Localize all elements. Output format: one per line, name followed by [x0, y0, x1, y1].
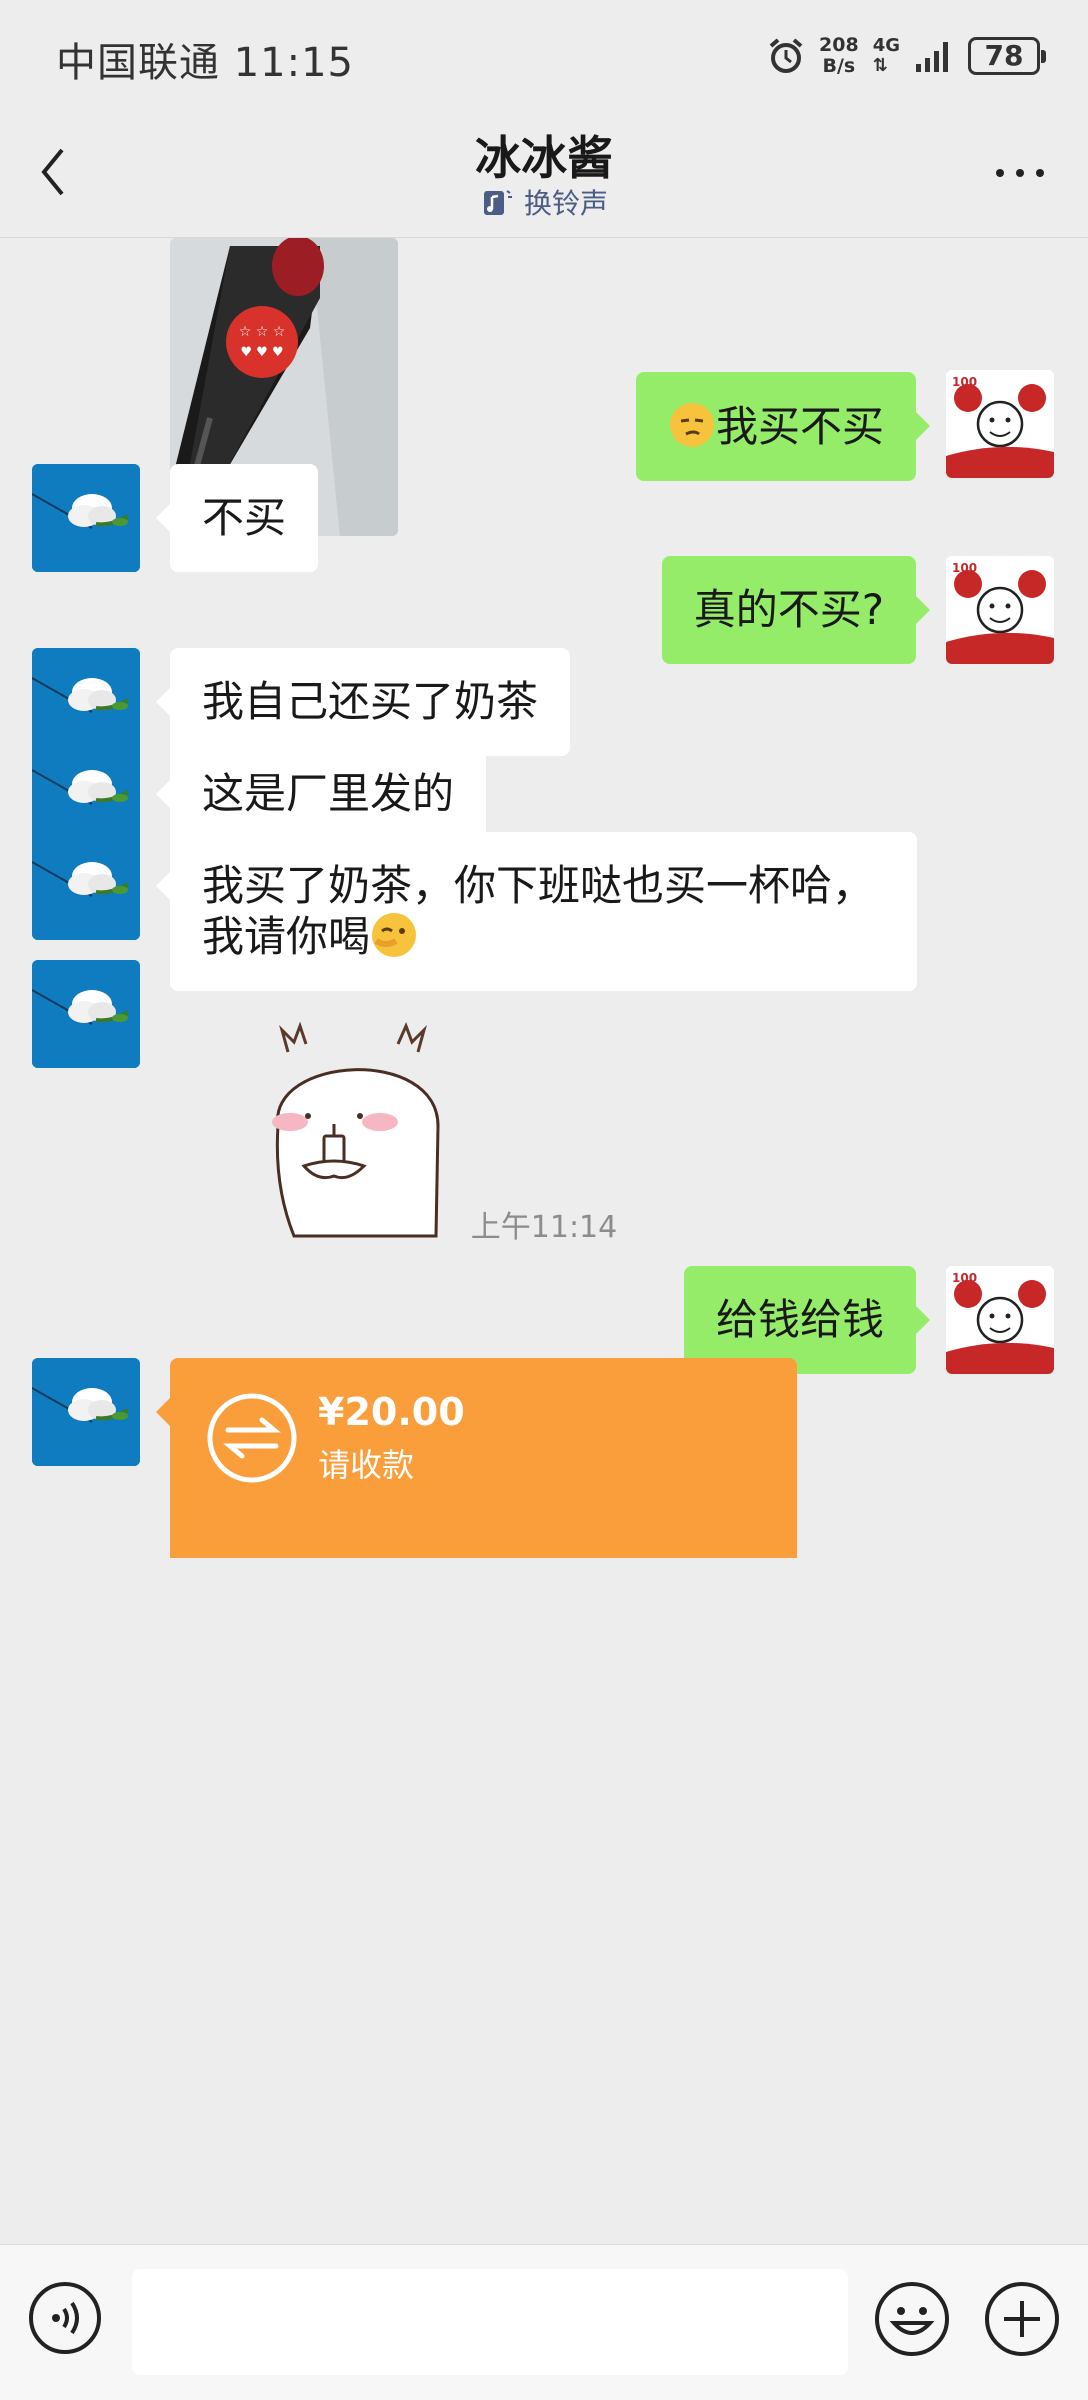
chat-bubble-out[interactable]: 真的不买?: [661, 556, 931, 664]
ringtone-icon: [483, 190, 512, 215]
alarm-icon: [769, 38, 803, 73]
plus-icon[interactable]: [984, 2281, 1060, 2357]
message-list[interactable]: ☆ ☆ ☆ ♥ ♥ ♥ 100 我买不买 不买 100 真的不买? 我自己还买了…: [0, 238, 1088, 2244]
signal-icon: [916, 42, 948, 72]
svg-text:100: 100: [952, 1271, 977, 1285]
message-text-line: 我请你喝: [202, 911, 885, 962]
status-bar: 中国联通 11:15 208 B/s 4G ⇅ 78: [0, 0, 1088, 112]
emoji-icon[interactable]: [874, 2281, 950, 2357]
svg-text:☆ ☆ ☆: ☆ ☆ ☆: [239, 324, 286, 340]
white-flower-avatar-icon: [32, 960, 140, 1068]
status-icons: 208 B/s 4G ⇅ 78: [767, 30, 1046, 82]
battery-indicator: 78: [968, 37, 1046, 75]
chat-bubble-in[interactable]: 我买了奶茶，你下班哒也买一杯哈， 我请你喝: [156, 832, 917, 991]
carrier-time: 中国联通 11:15: [56, 40, 354, 86]
chat-title[interactable]: 冰冰酱: [0, 122, 1088, 188]
contact-avatar[interactable]: [32, 832, 140, 940]
transfer-amount: ¥20.00: [318, 1390, 465, 1434]
transfer-note: 请收款: [318, 1446, 415, 1484]
contact-avatar[interactable]: [32, 464, 140, 572]
party-badge-avatar-icon: 100: [946, 556, 1054, 664]
message-timestamp: 上午11:14: [470, 1210, 618, 1245]
my-avatar[interactable]: 100: [946, 1266, 1054, 1374]
white-flower-avatar-icon: [32, 464, 140, 572]
svg-text:100: 100: [952, 375, 977, 389]
message-text-line: 我买了奶茶，你下班哒也买一杯哈，: [202, 861, 875, 910]
my-avatar[interactable]: 100: [946, 556, 1054, 664]
party-badge-avatar-icon: 100: [946, 1266, 1054, 1374]
transfer-card[interactable]: ¥20.00 请收款: [156, 1358, 797, 1558]
contact-avatar[interactable]: [32, 1358, 140, 1466]
net-speed: 208 B/s: [819, 34, 859, 77]
white-flower-avatar-icon: [32, 832, 140, 940]
ringtone-link[interactable]: 换铃声: [0, 182, 1088, 222]
party-badge-avatar-icon: 100: [946, 370, 1054, 478]
chat-bubble-in[interactable]: 不买: [155, 464, 319, 572]
message-text: 我买不买: [715, 402, 884, 451]
wink-emoji: [372, 913, 417, 957]
svg-text:100: 100: [952, 561, 977, 575]
message-input[interactable]: [132, 2269, 848, 2375]
my-avatar[interactable]: 100: [946, 370, 1054, 478]
voice-icon[interactable]: [28, 2281, 102, 2355]
smirk-emoji: [669, 403, 714, 447]
chat-bubble-out[interactable]: 我买不买: [635, 372, 931, 481]
contact-avatar[interactable]: [32, 960, 140, 1068]
network-type: 4G ⇅: [872, 35, 900, 76]
more-dots-icon[interactable]: [990, 148, 1050, 198]
chat-header: 冰冰酱 换铃声: [0, 112, 1088, 238]
transfer-icon: [207, 1393, 297, 1483]
white-flower-avatar-icon: [32, 1358, 140, 1466]
ringtone-label: 换铃声: [523, 187, 608, 220]
input-bar: [0, 2244, 1088, 2400]
svg-text:♥ ♥ ♥: ♥ ♥ ♥: [240, 345, 283, 360]
